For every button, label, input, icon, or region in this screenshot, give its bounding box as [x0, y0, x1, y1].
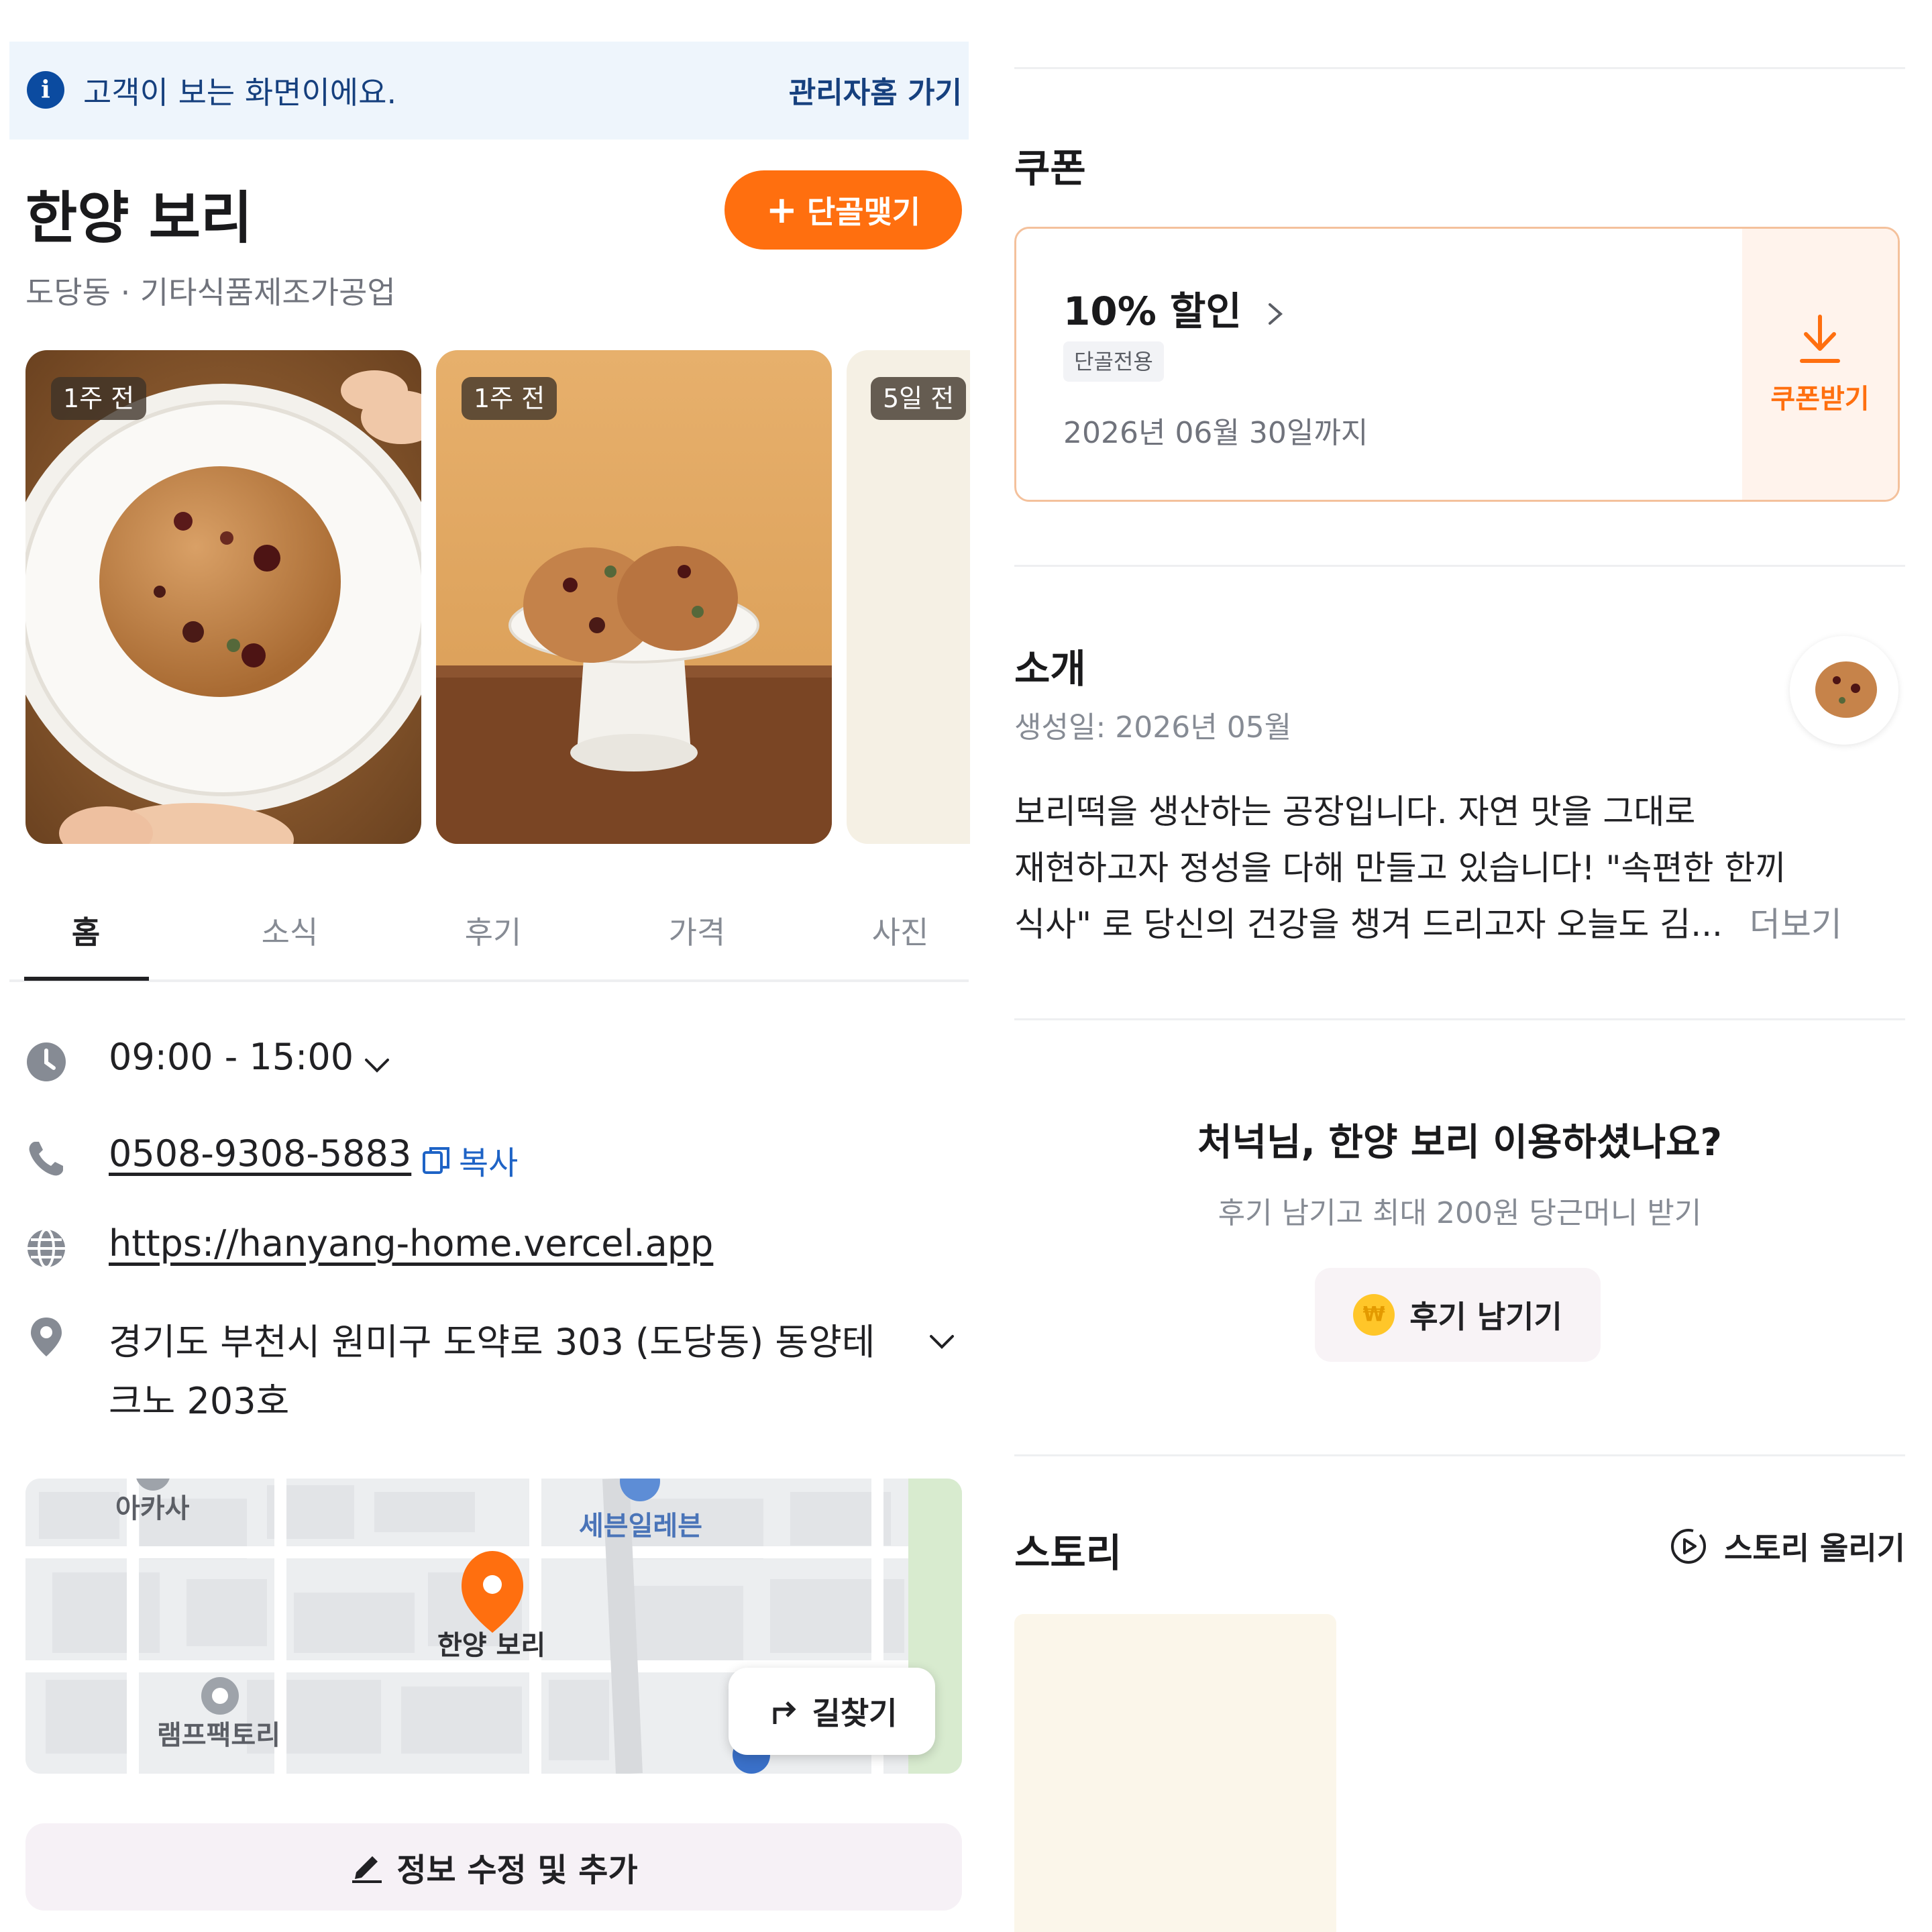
section-divider — [1014, 565, 1905, 567]
chevron-down-icon[interactable] — [927, 1327, 957, 1356]
directions-button[interactable]: 길찾기 — [729, 1668, 935, 1755]
intro-line-1: 보리떡을 생산하는 공장입니다. 자연 맛을 그대로 — [1014, 792, 1696, 831]
map-label-lamp-factory: 램프팩토리 — [157, 1720, 280, 1751]
photo-time-badge: 1주 전 — [462, 377, 557, 420]
coupon-title: 10% 할인 — [1063, 288, 1242, 334]
intro-line-3: 식사" 로 당신의 건강을 챙겨 드리고자 오늘도 김... — [1014, 905, 1723, 944]
play-circle-icon — [1671, 1529, 1707, 1564]
coupon-expiry: 2026년 06월 30일까지 — [1063, 416, 1368, 450]
phone-number[interactable]: 0508-9308-5883 — [109, 1132, 411, 1175]
store-photo-3[interactable]: 5일 전 — [847, 350, 970, 844]
tab-news[interactable]: 소식 — [262, 908, 319, 953]
store-photo-1[interactable]: 1주 전 — [25, 350, 421, 844]
follow-button[interactable]: + 단골맺기 — [724, 170, 962, 250]
bread-thumbnail-image — [1790, 636, 1898, 745]
pencil-icon — [352, 1856, 382, 1883]
active-tab-indicator — [24, 977, 149, 981]
coupon-tag: 단골전용 — [1063, 341, 1164, 382]
download-icon — [1800, 315, 1840, 363]
edit-info-button[interactable]: 정보 수정 및 추가 — [25, 1823, 962, 1911]
story-section-title: 스토리 — [1014, 1530, 1122, 1576]
chevron-down-icon[interactable] — [362, 1051, 392, 1080]
section-divider — [1014, 1454, 1905, 1456]
tab-photos[interactable]: 사진 — [872, 908, 929, 953]
write-review-label: 후기 남기기 — [1409, 1299, 1562, 1335]
photo-time-badge: 1주 전 — [51, 377, 147, 420]
turn-right-icon — [773, 1701, 796, 1724]
store-photo-2[interactable]: 1주 전 — [436, 350, 832, 844]
photo-time-badge: 5일 전 — [871, 377, 967, 420]
store-tabs: 홈 소식 후기 가격 사진 — [9, 879, 969, 982]
section-divider — [1014, 1018, 1905, 1020]
address-line-1: 경기도 부천시 원미구 도약로 303 (도당동) 동양테 — [109, 1321, 875, 1363]
business-hours: 09:00 - 15:00 — [109, 1036, 354, 1078]
info-icon: i — [27, 71, 64, 109]
store-category: 도당동 · 기타식품제조가공업 — [25, 274, 396, 311]
review-prompt-title: 처넉님, 한양 보리 이용하셨나요? — [1197, 1121, 1722, 1165]
tab-reviews[interactable]: 후기 — [465, 908, 522, 953]
coupon-title-row[interactable]: 10% 할인 — [1063, 280, 1289, 336]
intro-created-date: 생성일: 2026년 05월 — [1014, 710, 1292, 745]
map-label-store: 한양 보리 — [437, 1630, 546, 1661]
address-line-2: 크노 203호 — [109, 1380, 290, 1422]
intro-thumbnail — [1790, 636, 1898, 745]
coupon-download-button[interactable]: 쿠폰받기 — [1742, 229, 1898, 500]
location-pin-icon — [31, 1318, 62, 1356]
section-divider — [1014, 67, 1905, 69]
map-label-akasa: 아카사 — [115, 1493, 190, 1524]
coupon-section-title: 쿠폰 — [1014, 146, 1086, 191]
review-prompt-subtitle: 후기 남기고 최대 200원 당근머니 받기 — [1218, 1196, 1702, 1230]
intro-description: 보리떡을 생산하는 공장입니다. 자연 맛을 그대로 재현하고자 정성을 다해 … — [1014, 784, 1893, 953]
tab-prices[interactable]: 가격 — [669, 908, 726, 953]
coin-icon: ₩ — [1353, 1294, 1395, 1336]
copy-label: 복사 — [459, 1144, 519, 1182]
website-link[interactable]: https://hanyang-home.vercel.app — [109, 1222, 713, 1265]
photo-bread-plate — [25, 350, 421, 844]
globe-icon — [28, 1228, 65, 1269]
store-map[interactable]: 아카사 세븐일레븐 한양 보리 램프팩토리 길찾기 — [25, 1479, 962, 1774]
directions-label: 길찾기 — [812, 1695, 898, 1731]
intro-more-link[interactable]: 더보기 — [1750, 905, 1842, 944]
edit-info-label: 정보 수정 및 추가 — [396, 1851, 638, 1889]
upload-story-button[interactable]: 스토리 올리기 — [1669, 1524, 1905, 1568]
clock-icon — [27, 1042, 66, 1081]
copy-phone-button[interactable]: 복사 — [420, 1136, 518, 1183]
story-card[interactable] — [1014, 1614, 1336, 1932]
coupon-card[interactable]: 10% 할인 단골전용 2026년 06월 30일까지 쿠폰받기 — [1014, 227, 1900, 502]
copy-icon — [423, 1147, 449, 1174]
map-label-seven-eleven: 세븐일레븐 — [579, 1511, 702, 1542]
plus-icon: + — [765, 188, 798, 232]
tab-home[interactable]: 홈 — [72, 908, 100, 953]
customer-view-banner: i 고객이 보는 화면이에요. 관리자홈 가기 — [9, 42, 969, 140]
intro-line-3-row: 식사" 로 당신의 건강을 챙겨 드리고자 오늘도 김... 더보기 — [1014, 896, 1893, 953]
write-review-button[interactable]: ₩ 후기 남기기 — [1315, 1268, 1601, 1362]
intro-section-title: 소개 — [1014, 646, 1086, 692]
intro-line-2: 재현하고자 정성을 다해 만들고 있습니다! "속편한 한끼 — [1014, 849, 1786, 888]
follow-label: 단골맺기 — [806, 194, 921, 230]
chevron-right-icon — [1268, 303, 1283, 325]
banner-message: 고객이 보는 화면이에요. — [83, 74, 397, 111]
phone-icon — [29, 1142, 63, 1176]
upload-story-label: 스토리 올리기 — [1724, 1530, 1905, 1566]
store-detail-panel: 쿠폰 10% 할인 단골전용 2026년 06월 30일까지 쿠폰받기 소개 생… — [1006, 0, 1932, 1932]
store-name: 한양 보리 — [25, 185, 253, 251]
admin-home-link[interactable]: 관리자홈 가기 — [789, 68, 962, 111]
coupon-download-label: 쿠폰받기 — [1770, 384, 1870, 415]
store-home-panel: i 고객이 보는 화면이에요. 관리자홈 가기 한양 보리 + 단골맺기 도당동… — [0, 0, 979, 1932]
photo-bread-stand — [436, 350, 832, 844]
